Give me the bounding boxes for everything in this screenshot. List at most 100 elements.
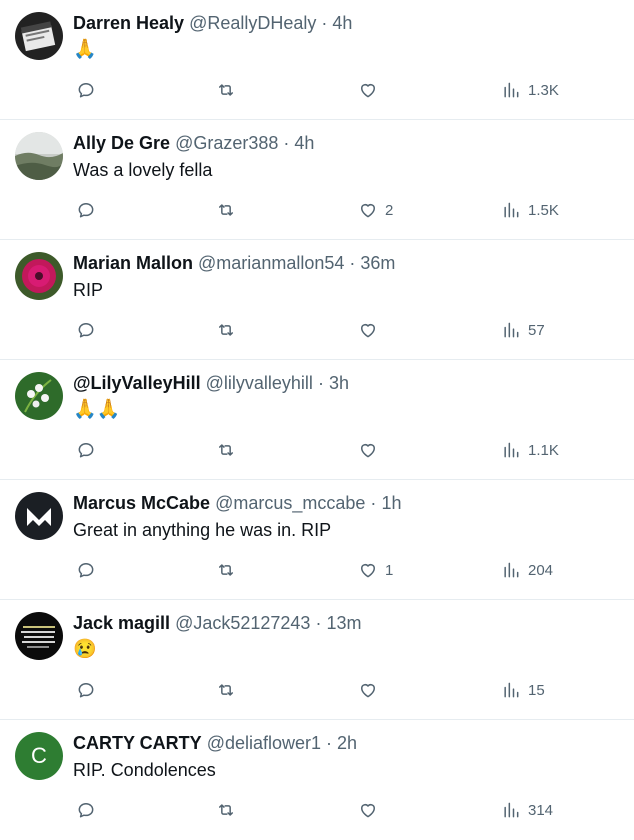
user-handle[interactable]: @lilyvalleyhill	[206, 373, 313, 393]
views-button[interactable]: 15	[501, 676, 545, 704]
reply-icon	[78, 563, 94, 578]
display-name[interactable]: Marcus McCabe	[73, 493, 210, 513]
timestamp[interactable]: 4h	[332, 13, 352, 33]
reply-button[interactable]	[76, 676, 96, 704]
timestamp[interactable]: 1h	[381, 493, 401, 513]
user-handle[interactable]: @marcus_mccabe	[215, 493, 365, 513]
tweet-text: 🙏🙏	[73, 399, 121, 420]
display-name[interactable]: Marian Mallon	[73, 253, 193, 273]
avatar[interactable]	[15, 12, 63, 60]
timestamp[interactable]: 3h	[329, 373, 349, 393]
letter-avatar-image: C	[15, 732, 63, 780]
timestamp[interactable]: 2h	[337, 733, 357, 753]
retweet-icon	[219, 804, 233, 816]
reply-button[interactable]	[76, 196, 96, 224]
reply-button[interactable]	[76, 316, 96, 344]
retweet-icon	[219, 324, 233, 336]
like-button[interactable]: 2	[358, 196, 393, 224]
user-handle[interactable]: @Grazer388	[175, 133, 278, 153]
retweet-button[interactable]	[216, 436, 236, 464]
like-button[interactable]	[358, 676, 385, 704]
tweet[interactable]: Jack magill @Jack52127243 · 13m 😢 15	[0, 600, 634, 720]
views-button[interactable]: 1.3K	[501, 76, 559, 104]
avatar[interactable]	[15, 252, 63, 300]
separator-dot: ·	[317, 373, 324, 393]
retweet-button[interactable]	[216, 676, 236, 704]
views-button[interactable]: 1.1K	[501, 436, 559, 464]
retweet-button[interactable]	[216, 556, 236, 584]
retweet-icon	[219, 444, 233, 456]
tweet-header: CARTY CARTY @deliaflower1 · 2h	[73, 732, 624, 754]
like-button[interactable]	[358, 796, 385, 824]
reply-icon	[78, 323, 94, 338]
retweet-button[interactable]	[216, 196, 236, 224]
avatar[interactable]	[15, 132, 63, 180]
views-button[interactable]: 204	[501, 556, 553, 584]
display-name[interactable]: Darren Healy	[73, 13, 184, 33]
timestamp[interactable]: 4h	[294, 133, 314, 153]
reply-button[interactable]	[76, 76, 96, 104]
tweet[interactable]: Darren Healy @ReallyDHealy · 4h 🙏 1.3K	[0, 0, 634, 120]
views-button[interactable]: 1.5K	[501, 196, 559, 224]
like-button[interactable]: 1	[358, 556, 393, 584]
tweet[interactable]: C CARTY CARTY @deliaflower1 · 2h RIP. Co…	[0, 720, 634, 840]
retweet-icon	[219, 684, 233, 696]
user-handle[interactable]: @marianmallon54	[198, 253, 344, 273]
tweet-header: Ally De Gre @Grazer388 · 4h	[73, 132, 624, 154]
reply-icon	[78, 683, 94, 698]
retweet-icon	[219, 84, 233, 96]
avatar[interactable]: C	[15, 732, 63, 780]
retweet-icon	[219, 204, 233, 216]
view-count: 1.3K	[528, 81, 559, 99]
reply-button[interactable]	[76, 796, 96, 824]
reply-icon	[78, 203, 94, 218]
reply-icon	[78, 803, 94, 818]
avatar[interactable]	[15, 492, 63, 540]
tweet[interactable]: @LilyValleyHill @lilyvalleyhill · 3h 🙏🙏 …	[0, 360, 634, 480]
avatar-letter: C	[31, 743, 47, 768]
timestamp[interactable]: 36m	[360, 253, 395, 273]
tweet-text: 🙏	[73, 39, 97, 60]
reply-button[interactable]	[76, 556, 96, 584]
reply-button[interactable]	[76, 436, 96, 464]
retweet-button[interactable]	[216, 76, 236, 104]
like-button[interactable]	[358, 436, 385, 464]
tweet[interactable]: Marcus McCabe @marcus_mccabe · 1h Great …	[0, 480, 634, 600]
user-handle[interactable]: @deliaflower1	[207, 733, 321, 753]
retweet-button[interactable]	[216, 796, 236, 824]
separator-dot: ·	[321, 13, 328, 33]
clapperboard-avatar-image	[15, 12, 63, 60]
reply-feed: Darren Healy @ReallyDHealy · 4h 🙏 1.3K A…	[0, 0, 634, 840]
display-name[interactable]: Jack magill	[73, 613, 170, 633]
like-button[interactable]	[358, 316, 385, 344]
avatar[interactable]	[15, 612, 63, 660]
display-name[interactable]: @LilyValleyHill	[73, 373, 201, 393]
tweet-text: Was a lovely fella	[73, 160, 213, 180]
like-button[interactable]	[358, 76, 385, 104]
views-button[interactable]: 314	[501, 796, 553, 824]
display-name[interactable]: Ally De Gre	[73, 133, 170, 153]
view-count: 1.5K	[528, 201, 559, 219]
tweet[interactable]: Ally De Gre @Grazer388 · 4h Was a lovely…	[0, 120, 634, 240]
user-handle[interactable]: @Jack52127243	[175, 613, 310, 633]
text-quote-avatar-image	[15, 612, 63, 660]
views-button[interactable]: 57	[501, 316, 545, 344]
display-name[interactable]: CARTY CARTY	[73, 733, 202, 753]
reply-icon	[78, 443, 94, 458]
tweet-text: 😢	[73, 639, 97, 660]
tweet[interactable]: Marian Mallon @marianmallon54 · 36m RIP …	[0, 240, 634, 360]
avatar[interactable]	[15, 372, 63, 420]
retweet-button[interactable]	[216, 316, 236, 344]
timestamp[interactable]: 13m	[326, 613, 361, 633]
tweet-header: Marian Mallon @marianmallon54 · 36m	[73, 252, 624, 274]
like-icon	[361, 684, 375, 698]
flower-avatar-image	[15, 252, 63, 300]
views-icon	[504, 802, 519, 818]
tweet-text: Great in anything he was in. RIP	[73, 520, 332, 540]
tweet-actions: 1.1K	[73, 436, 614, 464]
separator-dot: ·	[326, 733, 333, 753]
like-icon	[361, 204, 375, 218]
view-count: 57	[528, 321, 545, 339]
tweet-actions: 314	[73, 796, 614, 824]
user-handle[interactable]: @ReallyDHealy	[189, 13, 316, 33]
